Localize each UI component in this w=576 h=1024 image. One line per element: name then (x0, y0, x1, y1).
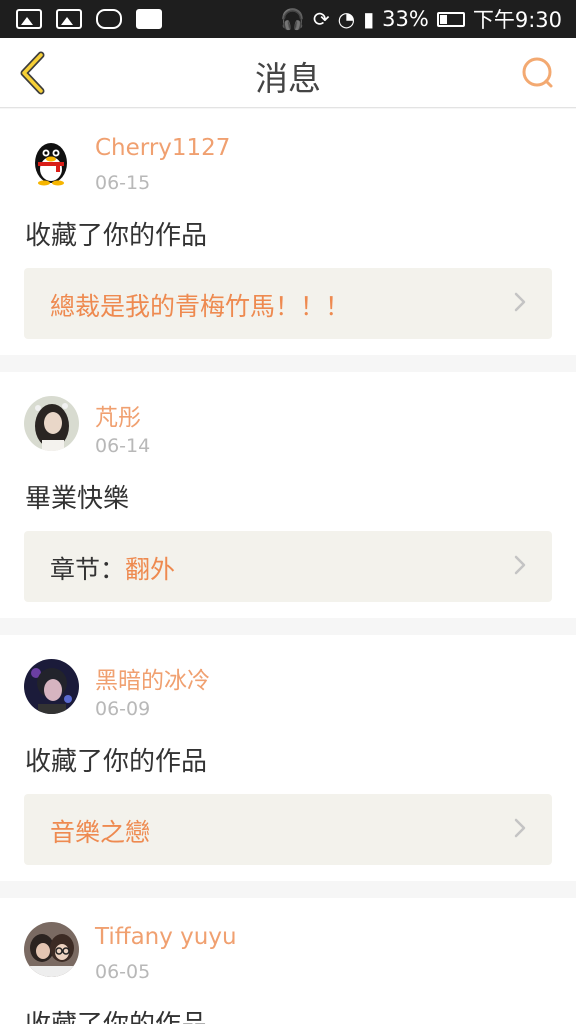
avatar[interactable] (24, 922, 79, 977)
work-label: 總裁是我的青梅竹馬！！！ (50, 287, 350, 323)
user-photo-icon (24, 922, 79, 977)
image-icon (56, 9, 82, 29)
work-link[interactable]: 章节：翻外 (24, 531, 552, 602)
message-card: Cherry1127 06-15 收藏了你的作品 總裁是我的青梅竹馬！！！ (0, 109, 576, 355)
user-photo-icon (24, 396, 79, 451)
work-label: 音樂之戀 (50, 813, 150, 849)
message-date: 06-14 (95, 435, 151, 457)
image-icon (16, 9, 42, 29)
rotate-icon: ⟳ (312, 7, 330, 31)
wifi-icon: ◔ (337, 7, 356, 31)
search-icon (522, 57, 553, 88)
work-link[interactable]: 音樂之戀 (24, 794, 552, 865)
chevron-right-icon (514, 818, 526, 838)
battery-icon (436, 11, 465, 27)
gamepad-icon (96, 9, 122, 29)
message-text: 畢業快樂 (25, 484, 130, 514)
message-list: Cherry1127 06-15 收藏了你的作品 總裁是我的青梅竹馬！！！ 芃彤… (0, 109, 576, 1024)
message-card: 黑暗的冰冷 06-09 收藏了你的作品 音樂之戀 (0, 635, 576, 881)
username[interactable]: Tiffany yuyu (95, 924, 237, 950)
chevron-right-icon (514, 555, 526, 575)
work-title: 總裁是我的青梅竹馬！！！ (50, 292, 351, 321)
message-text: 收藏了你的作品 (25, 221, 208, 251)
page-title: 消息 (255, 59, 321, 98)
work-title: 翻外 (125, 555, 176, 584)
username[interactable]: 芃彤 (95, 398, 141, 432)
clock: 下午9:30 (472, 8, 562, 32)
message-date: 06-05 (95, 961, 151, 983)
work-prefix: 章节： (50, 555, 126, 584)
navbar: 消息 (0, 38, 576, 108)
signal-icon: ▮ (363, 7, 375, 31)
message-text: 收藏了你的作品 (25, 747, 208, 777)
work-link[interactable]: 總裁是我的青梅竹馬！！！ (24, 268, 552, 339)
search-button[interactable] (518, 54, 558, 94)
work-title: 音樂之戀 (50, 818, 151, 847)
message-date: 06-15 (95, 172, 151, 194)
username[interactable]: 黑暗的冰冷 (95, 661, 210, 695)
notification-icons (16, 9, 162, 29)
message-date: 06-09 (95, 698, 151, 720)
message-text: 收藏了你的作品 (25, 1004, 207, 1024)
avatar[interactable] (24, 133, 79, 188)
status-bar: 🎧 ⟳ ◔ ▮ 33% 下午9:30 (0, 0, 576, 38)
message-card: Tiffany yuyu 06-05 收藏了你的作品 (0, 898, 576, 1024)
avatar[interactable] (24, 396, 79, 451)
penguin-avatar-icon (24, 133, 79, 188)
username[interactable]: Cherry1127 (95, 135, 230, 161)
headphones-icon: 🎧 (280, 7, 305, 31)
battery-percent: 33% (382, 7, 429, 31)
avatar[interactable] (24, 659, 79, 714)
user-photo-icon (24, 659, 79, 714)
system-icons: 🎧 ⟳ ◔ ▮ 33% 下午9:30 (280, 4, 562, 34)
message-card: 芃彤 06-14 畢業快樂 章节：翻外 (0, 372, 576, 618)
pulse-icon (136, 9, 162, 29)
chevron-right-icon (514, 292, 526, 312)
work-label: 章节：翻外 (50, 550, 175, 586)
